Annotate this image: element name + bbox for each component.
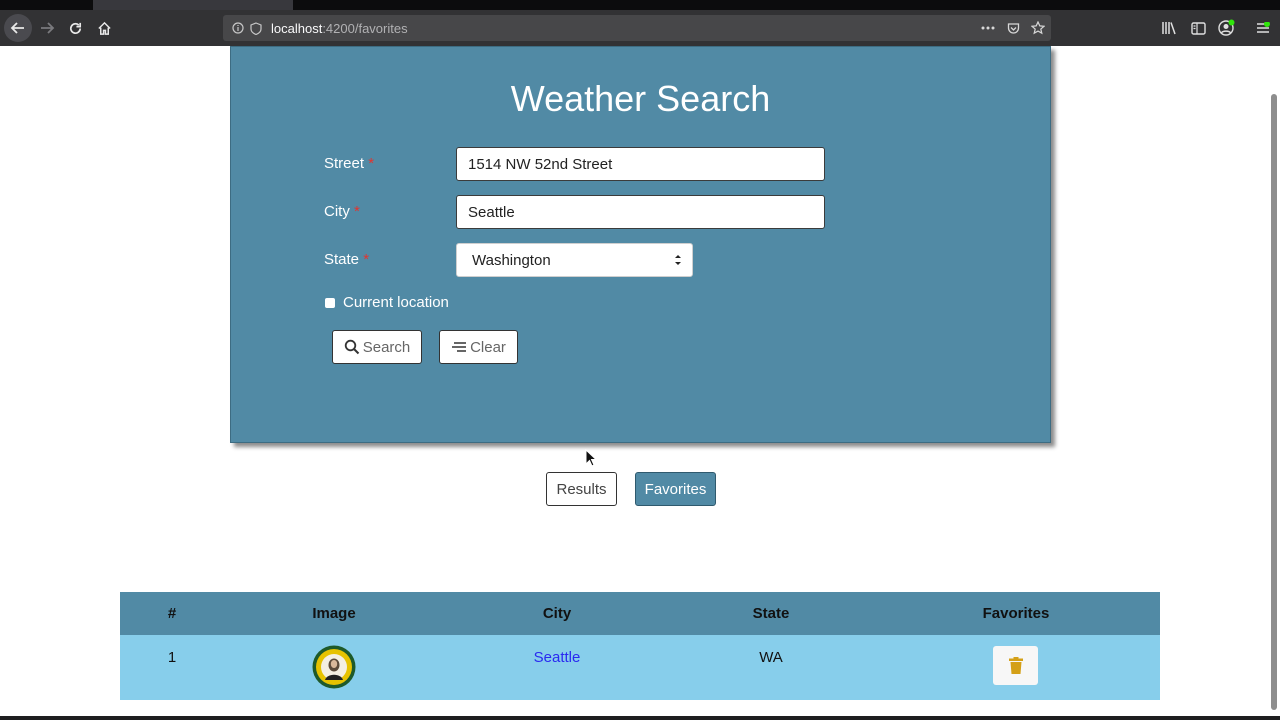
home-button[interactable] <box>90 14 118 42</box>
library-icon[interactable] <box>1159 18 1179 38</box>
bookmark-star-icon[interactable] <box>1029 19 1047 37</box>
more-actions-icon[interactable] <box>979 19 997 37</box>
active-browser-tab[interactable] <box>93 0 293 10</box>
scrollbar-thumb[interactable] <box>1271 94 1277 710</box>
url-path: :4200/favorites <box>322 20 408 36</box>
mouse-cursor-icon <box>585 449 597 467</box>
state-seal-image <box>312 645 356 689</box>
city-label: City * <box>324 203 360 220</box>
header-favorites: Favorites <box>982 605 1050 622</box>
tab-results[interactable]: Results <box>546 472 617 506</box>
state-select[interactable]: Washington <box>456 243 693 277</box>
home-icon <box>97 21 111 35</box>
delete-favorite-button[interactable] <box>993 646 1038 685</box>
url-host: localhost <box>271 20 323 36</box>
table-row: 1 Seattle WA <box>120 635 1160 700</box>
clear-lines-icon <box>452 342 467 352</box>
required-mark: * <box>368 155 375 172</box>
trash-icon <box>1008 657 1023 674</box>
required-mark: * <box>354 203 360 220</box>
checkbox-box[interactable] <box>325 297 335 308</box>
select-arrows-icon <box>675 255 681 265</box>
browser-toolbar: localhost:4200/favorites <box>0 10 1280 46</box>
table-header: # Image City State Favorites <box>120 592 1160 635</box>
page-title: Weather Search <box>510 78 771 119</box>
favorites-table: # Image City State Favorites 1 Seattle W… <box>120 592 1160 700</box>
url-text[interactable]: localhost:4200/favorites <box>271 21 408 36</box>
required-mark: * <box>363 251 370 268</box>
city-input[interactable] <box>456 195 825 229</box>
reload-button[interactable] <box>61 14 89 42</box>
page-viewport: Weather Search Street * City * State * W… <box>0 46 1268 716</box>
row-city-link[interactable]: Seattle <box>444 649 670 666</box>
tab-favorites[interactable]: Favorites <box>635 472 716 506</box>
header-image: Image <box>312 605 356 622</box>
current-location-checkbox[interactable]: Current location <box>325 294 449 311</box>
street-input[interactable] <box>456 147 825 181</box>
arrow-right-icon <box>41 22 55 34</box>
pocket-icon[interactable] <box>1004 19 1022 37</box>
account-icon[interactable] <box>1216 18 1236 38</box>
state-label: State * <box>324 251 370 268</box>
row-state: WA <box>759 649 783 666</box>
city-link-text[interactable]: Seattle <box>534 649 581 666</box>
search-button-label: Search <box>362 338 411 356</box>
page-scrollbar[interactable] <box>1268 46 1280 716</box>
clear-button-label: Clear <box>470 338 506 356</box>
back-button[interactable] <box>4 14 32 42</box>
menu-icon[interactable] <box>1253 18 1273 38</box>
weather-search-panel: Weather Search Street * City * State * W… <box>230 46 1051 443</box>
street-label: Street * <box>324 155 375 172</box>
header-city: City <box>542 605 572 622</box>
reload-icon <box>69 22 81 34</box>
dock-strip <box>0 716 1280 720</box>
arrow-left-icon <box>10 22 24 34</box>
row-index: 1 <box>167 649 177 666</box>
forward-button[interactable] <box>33 14 61 42</box>
state-select-value: Washington <box>472 251 551 269</box>
clear-button[interactable]: Clear <box>439 330 518 364</box>
search-icon <box>344 339 359 355</box>
browser-tab-strip <box>0 0 1280 10</box>
header-state: State <box>752 605 790 622</box>
current-location-label: Current location <box>343 294 449 311</box>
header-index: # <box>167 605 177 622</box>
sidebar-icon[interactable] <box>1188 18 1208 38</box>
search-button[interactable]: Search <box>332 330 422 364</box>
info-icon[interactable] <box>229 19 247 37</box>
shield-icon[interactable] <box>247 19 265 37</box>
address-bar[interactable]: localhost:4200/favorites <box>223 15 1051 41</box>
